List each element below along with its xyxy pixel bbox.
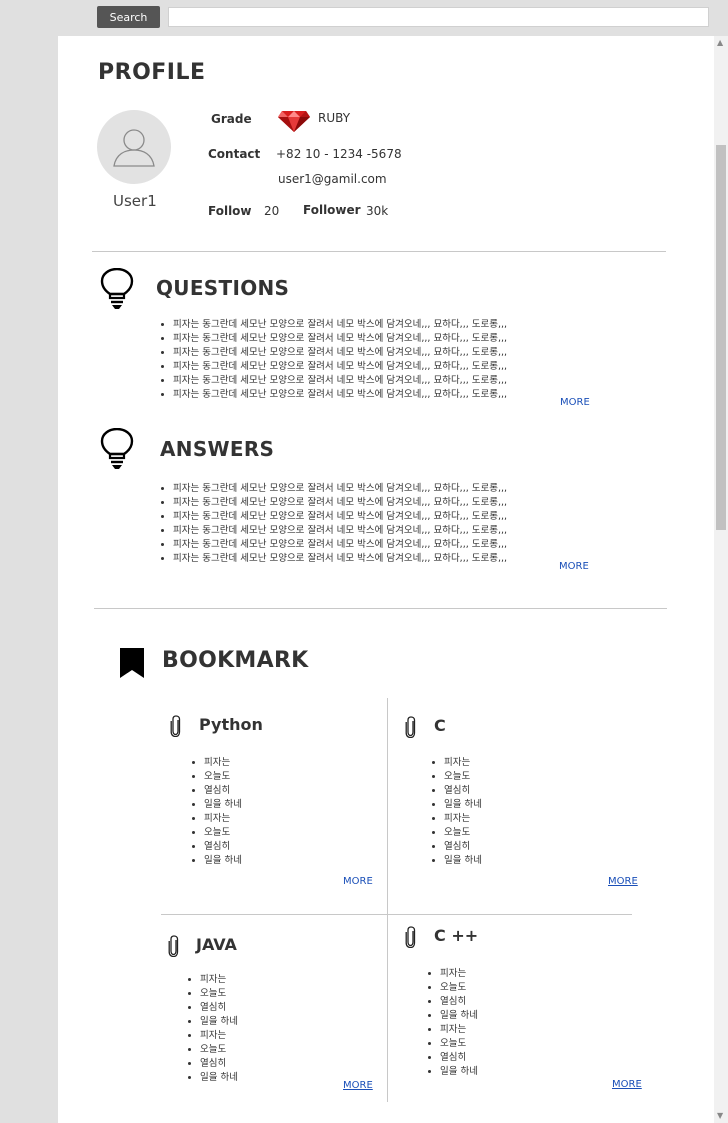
search-input[interactable] — [168, 7, 709, 27]
list-item[interactable]: 피자는 동그란데 세모난 모양으로 잘려서 네모 박스에 담겨오네,,, 묘하다… — [173, 332, 507, 346]
grid-divider-horizontal — [161, 914, 632, 915]
list-item[interactable]: 오늘도 — [204, 770, 242, 784]
list-item[interactable]: 열심히 — [204, 784, 242, 798]
list-item[interactable]: 피자는 동그란데 세모난 모양으로 잘려서 네모 박스에 담겨오네,,, 묘하다… — [173, 538, 507, 552]
list-item[interactable]: 열심히 — [200, 1057, 238, 1071]
grade-value: RUBY — [318, 111, 351, 125]
questions-title: QUESTIONS — [156, 276, 290, 300]
cpp-more-link[interactable]: MORE — [612, 1079, 642, 1090]
list-item[interactable]: 열심히 — [440, 995, 478, 1009]
list-item[interactable]: 피자는 — [200, 1029, 238, 1043]
list-item[interactable]: 피자는 — [204, 756, 242, 770]
scrollbar-thumb[interactable] — [716, 145, 726, 530]
list-item[interactable]: 피자는 동그란데 세모난 모양으로 잘려서 네모 박스에 담겨오네,,, 묘하다… — [173, 360, 507, 374]
top-bar: Search — [0, 0, 728, 36]
list-item[interactable]: 피자는 동그란데 세모난 모양으로 잘려서 네모 박스에 담겨오네,,, 묘하다… — [173, 374, 507, 388]
bookmark-group-title: JAVA — [196, 935, 237, 954]
list-item[interactable]: 오늘도 — [444, 826, 482, 840]
list-item[interactable]: 일을 하네 — [444, 854, 482, 868]
follower-count[interactable]: 30k — [366, 204, 388, 218]
ruby-gem-icon — [277, 109, 311, 137]
username: User1 — [113, 192, 157, 210]
paperclip-icon — [405, 716, 417, 742]
divider — [92, 251, 666, 252]
bookmark-group-title: Python — [199, 715, 263, 734]
list-item[interactable]: 피자는 동그란데 세모난 모양으로 잘려서 네모 박스에 담겨오네,,, 묘하다… — [173, 524, 507, 538]
list-item[interactable]: 피자는 동그란데 세모난 모양으로 잘려서 네모 박스에 담겨오네,,, 묘하다… — [173, 552, 507, 566]
list-item[interactable]: 피자는 — [440, 1023, 478, 1037]
follow-label: Follow — [208, 204, 252, 218]
user-avatar-icon — [97, 110, 171, 184]
list-item[interactable]: 열심히 — [444, 784, 482, 798]
bookmark-icon — [120, 648, 144, 682]
list-item[interactable]: 열심히 — [200, 1001, 238, 1015]
list-item[interactable]: 오늘도 — [440, 981, 478, 995]
grade-label: Grade — [211, 112, 252, 126]
answers-title: ANSWERS — [160, 437, 275, 461]
list-item[interactable]: 오늘도 — [444, 770, 482, 784]
list-item[interactable]: 열심히 — [444, 840, 482, 854]
bookmark-title: BOOKMARK — [162, 648, 309, 673]
questions-more-link[interactable]: MORE — [560, 397, 590, 408]
list-item[interactable]: 피자는 동그란데 세모난 모양으로 잘려서 네모 박스에 담겨오네,,, 묘하다… — [173, 510, 507, 524]
search-button[interactable]: Search — [97, 6, 160, 28]
lightbulb-icon — [100, 427, 134, 474]
bookmark-group-list: 피자는 오늘도 열심히 일을 하네 피자는 오늘도 열심히 일을 하네 — [428, 756, 482, 868]
list-item[interactable]: 피자는 — [200, 973, 238, 987]
list-item[interactable]: 오늘도 — [440, 1037, 478, 1051]
list-item[interactable]: 피자는 동그란데 세모난 모양으로 잘려서 네모 박스에 담겨오네,,, 묘하다… — [173, 496, 507, 510]
list-item[interactable]: 오늘도 — [200, 1043, 238, 1057]
list-item[interactable]: 피자는 동그란데 세모난 모양으로 잘려서 네모 박스에 담겨오네,,, 묘하다… — [173, 346, 507, 360]
grid-divider-vertical — [387, 698, 388, 1102]
lightbulb-icon — [100, 267, 134, 314]
bookmark-group-list: 피자는 오늘도 열심히 일을 하네 피자는 오늘도 열심히 일을 하네 — [424, 967, 478, 1079]
follow-count[interactable]: 20 — [264, 204, 279, 218]
paperclip-icon — [170, 715, 182, 741]
questions-list: 피자는 동그란데 세모난 모양으로 잘려서 네모 박스에 담겨오네,,, 묘하다… — [157, 318, 507, 402]
list-item[interactable]: 피자는 동그란데 세모난 모양으로 잘려서 네모 박스에 담겨오네,,, 묘하다… — [173, 318, 507, 332]
list-item[interactable]: 일을 하네 — [200, 1071, 238, 1085]
paperclip-icon — [405, 926, 417, 952]
scroll-up-icon[interactable]: ▲ — [717, 38, 723, 47]
list-item[interactable]: 피자는 — [444, 812, 482, 826]
c-more-link[interactable]: MORE — [608, 876, 638, 887]
list-item[interactable]: 오늘도 — [200, 987, 238, 1001]
contact-email[interactable]: user1@gamil.com — [278, 172, 387, 186]
list-item[interactable]: 피자는 — [444, 756, 482, 770]
list-item[interactable]: 피자는 동그란데 세모난 모양으로 잘려서 네모 박스에 담겨오네,,, 묘하다… — [173, 388, 507, 402]
list-item[interactable]: 피자는 — [440, 967, 478, 981]
list-item[interactable]: 피자는 — [204, 812, 242, 826]
scroll-down-icon[interactable]: ▼ — [717, 1111, 723, 1120]
contact-phone: +82 10 - 1234 -5678 — [276, 147, 402, 161]
list-item[interactable]: 오늘도 — [204, 826, 242, 840]
answers-list: 피자는 동그란데 세모난 모양으로 잘려서 네모 박스에 담겨오네,,, 묘하다… — [157, 482, 507, 566]
list-item[interactable]: 일을 하네 — [440, 1065, 478, 1079]
answers-more-link[interactable]: MORE — [559, 561, 589, 572]
bookmark-group-title: C ++ — [434, 926, 479, 945]
list-item[interactable]: 일을 하네 — [440, 1009, 478, 1023]
paperclip-icon — [168, 935, 180, 961]
divider — [94, 608, 667, 609]
python-more-link[interactable]: MORE — [343, 876, 373, 887]
profile-title: PROFILE — [98, 60, 206, 85]
follower-label: Follower — [303, 203, 361, 217]
list-item[interactable]: 일을 하네 — [444, 798, 482, 812]
bookmark-group-title: C — [434, 716, 446, 735]
list-item[interactable]: 피자는 동그란데 세모난 모양으로 잘려서 네모 박스에 담겨오네,,, 묘하다… — [173, 482, 507, 496]
list-item[interactable]: 일을 하네 — [204, 854, 242, 868]
list-item[interactable]: 열심히 — [204, 840, 242, 854]
list-item[interactable]: 열심히 — [440, 1051, 478, 1065]
java-more-link[interactable]: MORE — [343, 1080, 373, 1091]
list-item[interactable]: 일을 하네 — [204, 798, 242, 812]
bookmark-group-list: 피자는 오늘도 열심히 일을 하네 피자는 오늘도 열심히 일을 하네 — [188, 756, 242, 868]
list-item[interactable]: 일을 하네 — [200, 1015, 238, 1029]
bookmark-group-list: 피자는 오늘도 열심히 일을 하네 피자는 오늘도 열심히 일을 하네 — [184, 973, 238, 1085]
contact-label: Contact — [208, 147, 261, 161]
